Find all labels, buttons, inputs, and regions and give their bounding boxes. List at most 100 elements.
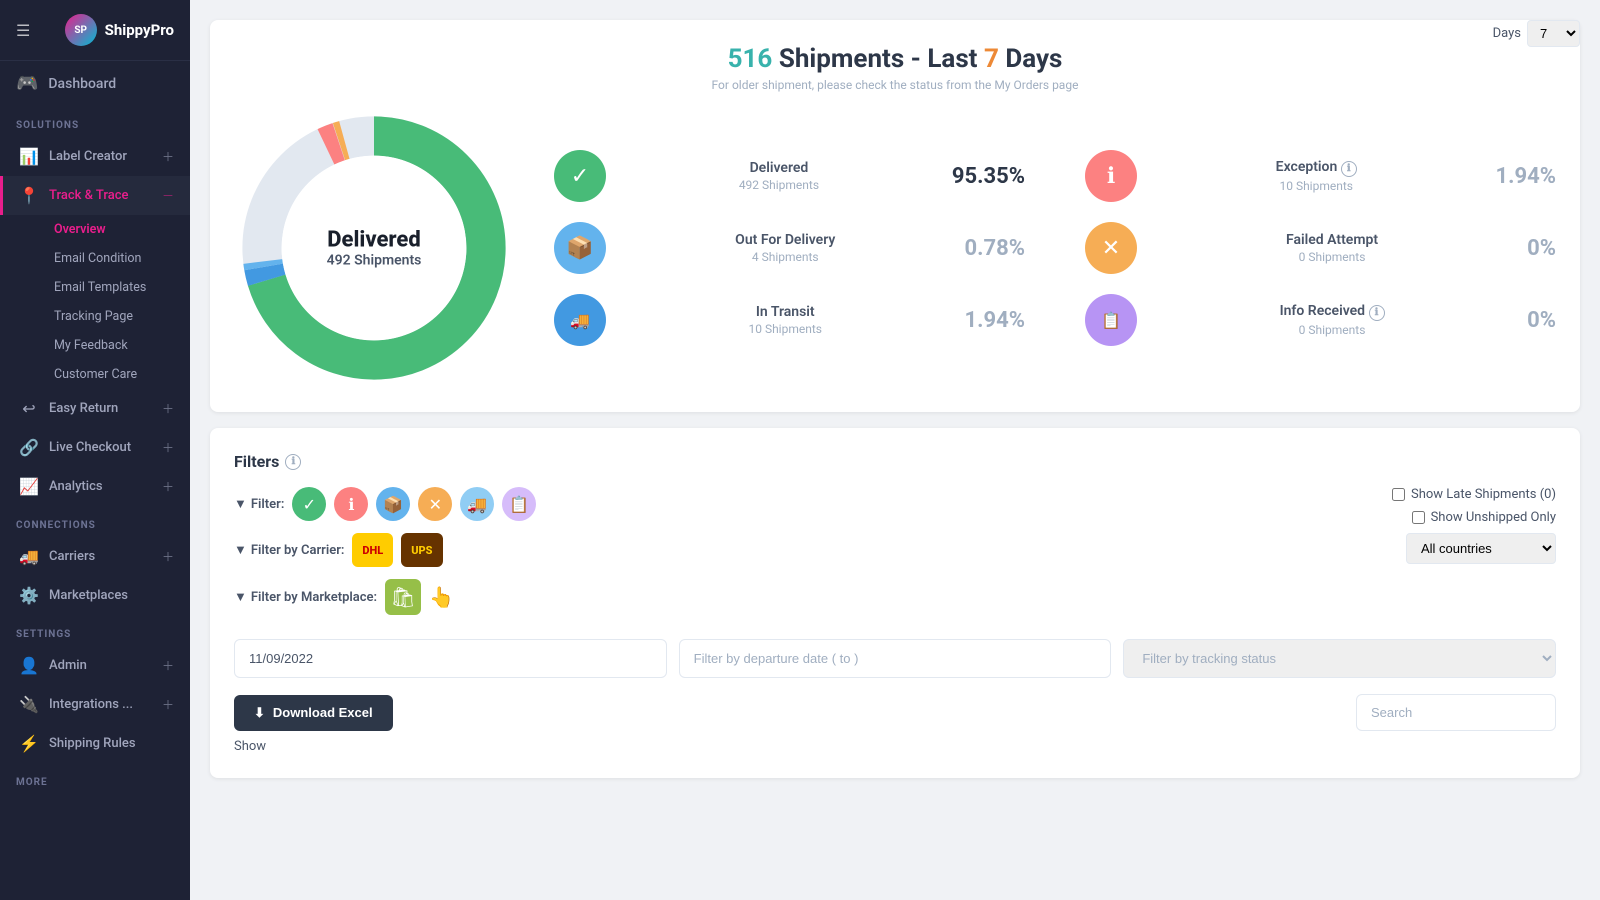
title-middle: Shipments - Last <box>779 44 984 74</box>
show-late-label: Show Late Shipments (0) <box>1411 487 1556 502</box>
from-date-input[interactable] <box>234 639 667 678</box>
carrier-dhl-badge[interactable]: DHL <box>352 533 393 567</box>
country-select[interactable]: All countries <box>1406 533 1556 564</box>
sub-item-overview[interactable]: Overview <box>46 215 190 244</box>
stat-info-failed: Failed Attempt 0 Shipments <box>1153 232 1511 264</box>
sidebar-item-easy-return[interactable]: ↩ Easy Return ＋ <box>0 389 190 428</box>
title-end: Days <box>1005 44 1062 74</box>
filter-badge-info[interactable]: 📋 <box>502 487 536 521</box>
download-excel-button[interactable]: ⬇ Download Excel <box>234 695 393 731</box>
sub-item-email-templates[interactable]: Email Templates <box>46 273 190 302</box>
delivered-icon: ✓ <box>554 150 606 202</box>
sidebar-item-track-trace[interactable]: 📍 Track & Trace － <box>0 176 190 215</box>
sub-item-email-condition[interactable]: Email Condition <box>46 244 190 273</box>
failed-pct: 0% <box>1527 236 1556 261</box>
bottom-action-row: ⬇ Download Excel <box>234 694 1556 731</box>
sub-item-customer-care[interactable]: Customer Care <box>46 360 190 389</box>
chart-section: Delivered 492 Shipments ✓ Delivered 492 … <box>234 108 1556 388</box>
stat-out-for-delivery: 📦 Out For Delivery 4 Shipments 0.78% <box>554 222 1025 274</box>
info-received-icon: 📋 <box>1085 294 1137 346</box>
filter-badge-transit[interactable]: 🚚 <box>460 487 494 521</box>
out-delivery-icon: 📦 <box>554 222 606 274</box>
sidebar-item-integrations[interactable]: 🔌 Integrations ... ＋ <box>0 685 190 724</box>
out-delivery-count: 4 Shipments <box>622 250 948 264</box>
donut-chart: Delivered 492 Shipments <box>234 108 514 388</box>
days-select[interactable]: 7 14 30 60 90 <box>1527 20 1580 47</box>
stat-info-in-transit: In Transit 10 Shipments <box>622 304 948 336</box>
carrier-ups-badge[interactable]: UPS <box>401 533 442 567</box>
sidebar-item-shipping-rules[interactable]: ⚡ Shipping Rules <box>0 724 190 763</box>
sidebar-item-marketplaces[interactable]: ⚙️ Marketplaces <box>0 576 190 615</box>
easy-return-icon: ↩ <box>19 399 39 418</box>
show-late-checkbox[interactable] <box>1392 488 1405 501</box>
page-title: 516 Shipments - Last 7 Days <box>234 44 1556 74</box>
stat-exception: ℹ Exception ℹ 10 Shipments 1.94% <box>1085 150 1556 202</box>
show-unshipped-label: Show Unshipped Only <box>1431 510 1556 525</box>
to-date-input[interactable] <box>679 639 1112 678</box>
delivered-pct: 95.35% <box>952 164 1025 189</box>
stat-info-delivered: Delivered 492 Shipments <box>622 160 936 192</box>
sidebar-item-carriers[interactable]: 🚚 Carriers ＋ <box>0 537 190 576</box>
filter-badge-failed[interactable]: ✕ <box>418 487 452 521</box>
marketplaces-icon: ⚙️ <box>19 586 39 605</box>
out-delivery-pct: 0.78% <box>964 236 1025 261</box>
expand-icon: ＋ <box>162 148 174 165</box>
logo-icon: SP <box>65 14 97 46</box>
carrier-filter-label: ▼ Filter by Carrier: <box>234 542 344 558</box>
filter-badge-exception[interactable]: ℹ <box>334 487 368 521</box>
integrations-label: Integrations ... <box>49 697 133 712</box>
shipping-rules-label: Shipping Rules <box>49 736 136 751</box>
stat-failed-attempt: ✕ Failed Attempt 0 Shipments 0% <box>1085 222 1556 274</box>
dashboard-icon: 🎮 <box>16 73 38 94</box>
stat-info-info-received: Info Received ℹ 0 Shipments <box>1153 303 1511 337</box>
info-received-pct: 0% <box>1527 308 1556 333</box>
dashboard-label: Dashboard <box>48 76 116 92</box>
expand-icon-lc: ＋ <box>162 439 174 456</box>
show-late-row: Show Late Shipments (0) <box>1392 487 1556 502</box>
main-content: Days 7 14 30 60 90 516 Shipments - Last … <box>190 0 1600 900</box>
sub-item-tracking-page[interactable]: Tracking Page <box>46 302 190 331</box>
sidebar-item-live-checkout[interactable]: 🔗 Live Checkout ＋ <box>0 428 190 467</box>
marketplaces-label: Marketplaces <box>49 588 128 603</box>
exception-label: Exception ℹ <box>1153 159 1479 177</box>
brand-name: ShippyPro <box>105 21 174 39</box>
track-trace-icon: 📍 <box>19 186 39 205</box>
filter-badges-row: ▼ Filter: ✓ ℹ 📦 ✕ 🚚 📋 <box>234 487 1380 521</box>
filter-badge-out-delivery[interactable]: 📦 <box>376 487 410 521</box>
sidebar-header: ☰ SP ShippyPro <box>0 0 190 61</box>
sidebar-item-label-creator[interactable]: 📊 Label Creator ＋ <box>0 137 190 176</box>
shipping-rules-icon: ⚡ <box>19 734 39 753</box>
donut-center-sub: 492 Shipments <box>327 253 422 269</box>
days-num: 7 <box>984 44 999 74</box>
info-received-label: Info Received ℹ <box>1153 303 1511 321</box>
analytics-icon: 📈 <box>19 477 39 496</box>
hamburger-icon[interactable]: ☰ <box>16 21 30 40</box>
in-transit-count: 10 Shipments <box>622 322 948 336</box>
show-unshipped-checkbox[interactable] <box>1412 511 1425 524</box>
analytics-label: Analytics <box>49 479 103 494</box>
stat-delivered: ✓ Delivered 492 Shipments 95.35% <box>554 150 1025 202</box>
failed-count: 0 Shipments <box>1153 250 1511 264</box>
filters-info-icon: ℹ <box>285 454 301 470</box>
marketplace-filter-label: ▼ Filter by Marketplace: <box>234 589 377 605</box>
sidebar-item-analytics[interactable]: 📈 Analytics ＋ <box>0 467 190 506</box>
live-checkout-icon: 🔗 <box>19 438 39 457</box>
days-selector[interactable]: Days 7 14 30 60 90 <box>1493 20 1580 47</box>
shipments-header-card: Days 7 14 30 60 90 516 Shipments - Last … <box>210 20 1580 412</box>
right-filters: Show Late Shipments (0) Show Unshipped O… <box>1392 487 1556 564</box>
sidebar-item-dashboard[interactable]: 🎮 Dashboard <box>0 61 190 106</box>
filter-badge-delivered[interactable]: ✓ <box>292 487 326 521</box>
section-connections: CONNECTIONS <box>0 506 190 537</box>
sidebar: ☰ SP ShippyPro 🎮 Dashboard SOLUTIONS 📊 L… <box>0 0 190 900</box>
expand-icon-c: ＋ <box>162 548 174 565</box>
section-settings: SETTINGS <box>0 615 190 646</box>
sidebar-item-admin[interactable]: 👤 Admin ＋ <box>0 646 190 685</box>
sub-item-my-feedback[interactable]: My Feedback <box>46 331 190 360</box>
collapse-icon: － <box>162 187 174 204</box>
marketplace-shopify-badge[interactable]: 🛍 <box>385 579 421 615</box>
label-creator-label: Label Creator <box>49 149 127 164</box>
shipments-count: 516 <box>728 44 773 74</box>
search-input[interactable] <box>1356 694 1556 731</box>
tracking-status-select[interactable]: Filter by tracking status <box>1123 639 1556 678</box>
marketplace-filter-row: ▼ Filter by Marketplace: 🛍 👆 <box>234 579 1380 615</box>
